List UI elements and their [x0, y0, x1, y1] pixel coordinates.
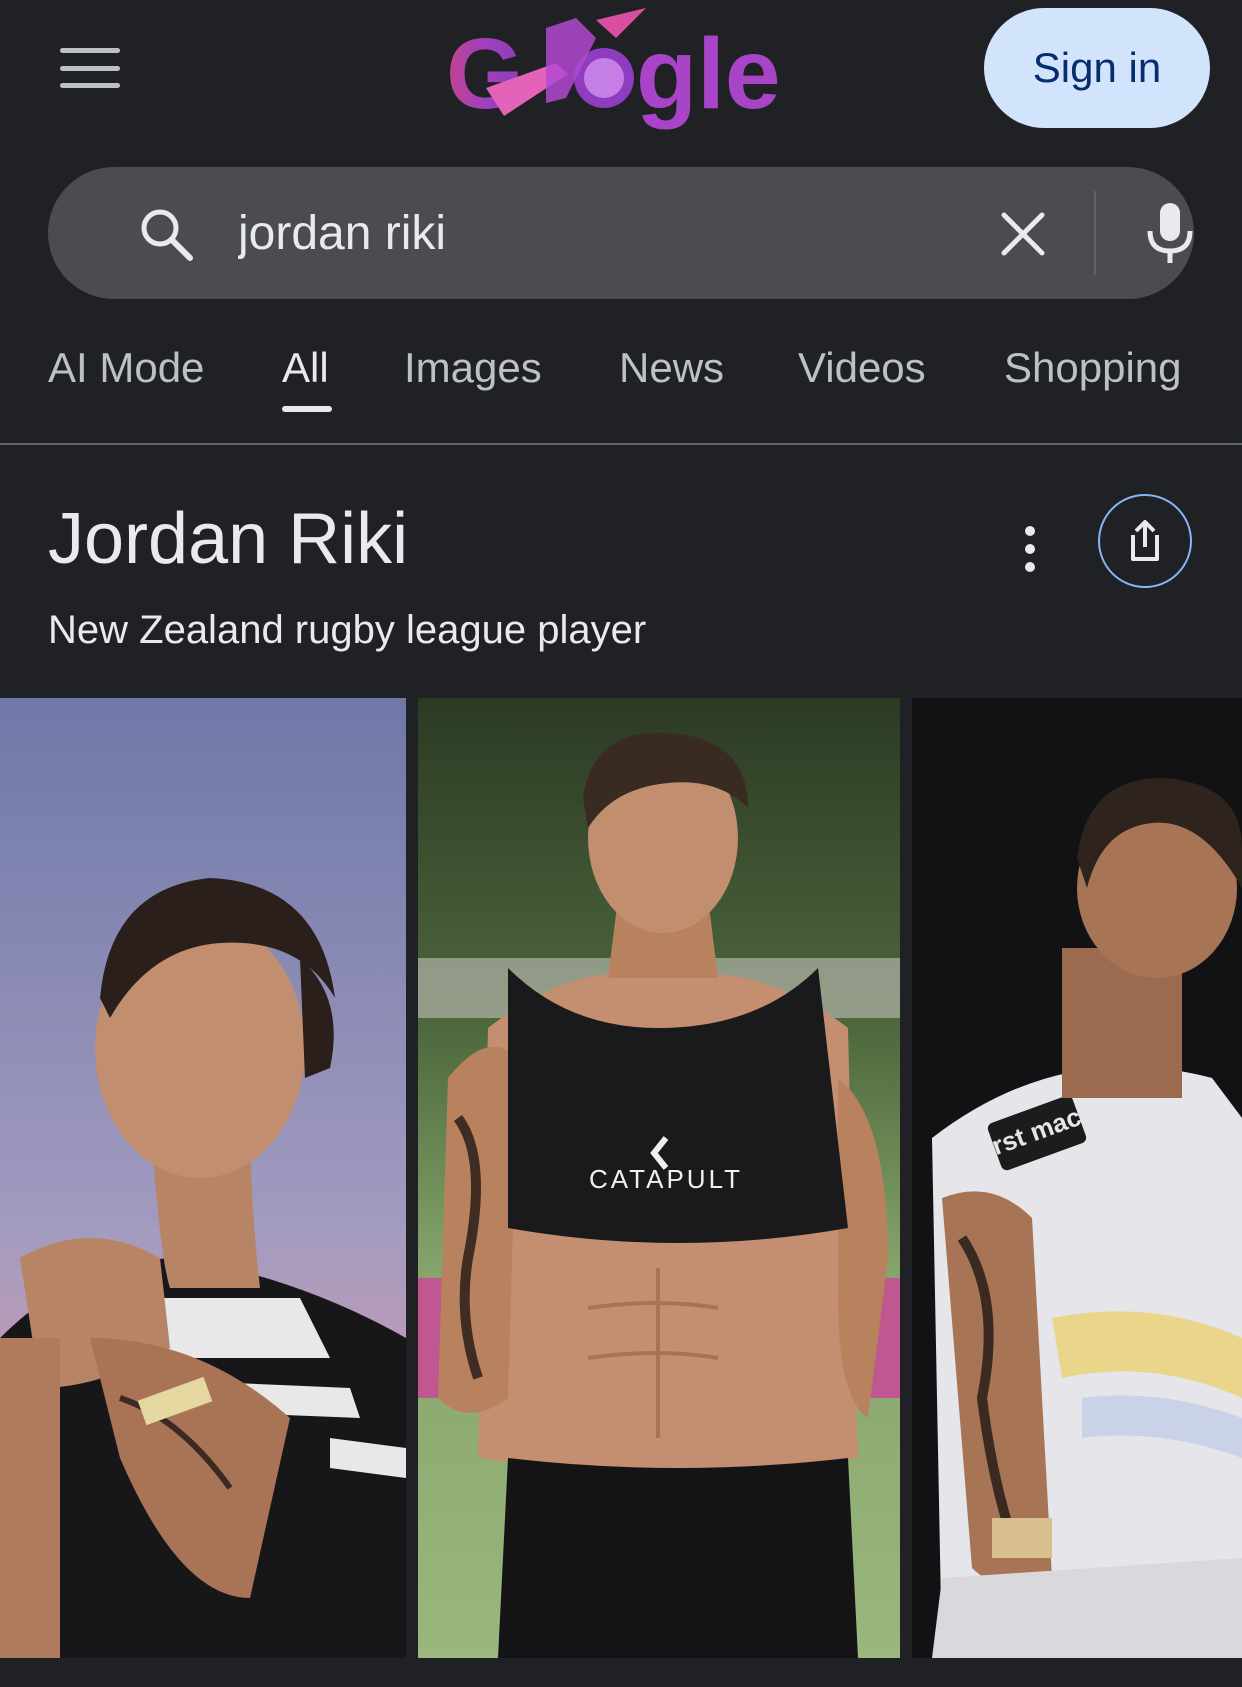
share-icon	[1131, 520, 1159, 561]
tabs-divider	[0, 443, 1242, 445]
google-search-page: G gle Sign in AI Mode All Im	[0, 0, 1242, 1687]
more-options-icon[interactable]	[1010, 524, 1050, 574]
microphone-icon[interactable]	[1140, 201, 1200, 265]
top-bar: G gle Sign in	[0, 0, 1242, 140]
player-photo-2: CATAPULT	[418, 698, 900, 1658]
player-photo-1	[0, 698, 406, 1658]
search-bar[interactable]	[48, 167, 1194, 299]
tab-shopping[interactable]: Shopping	[1004, 344, 1182, 392]
clear-search-icon[interactable]	[996, 207, 1050, 261]
sign-in-button[interactable]: Sign in	[984, 8, 1210, 128]
active-tab-indicator	[282, 406, 332, 412]
player-image-3[interactable]: rst mac	[912, 698, 1242, 1658]
svg-text:gle: gle	[636, 18, 780, 130]
player-image-1[interactable]	[0, 698, 406, 1658]
svg-text:G: G	[446, 18, 524, 130]
tab-ai-mode[interactable]: AI Mode	[48, 344, 204, 392]
knowledge-panel-title: Jordan Riki	[48, 499, 409, 579]
google-doodle-logo[interactable]: G gle	[446, 8, 806, 138]
player-image-2[interactable]: CATAPULT	[418, 698, 900, 1658]
search-divider	[1094, 191, 1096, 275]
tab-news[interactable]: News	[619, 344, 724, 392]
player-photo-3: rst mac	[912, 698, 1242, 1658]
share-button[interactable]	[1098, 494, 1192, 588]
hamburger-menu-icon[interactable]	[56, 42, 124, 94]
search-icon[interactable]	[136, 204, 196, 264]
tab-videos[interactable]: Videos	[798, 344, 926, 392]
knowledge-panel-subtitle: New Zealand rugby league player	[48, 608, 647, 652]
tab-all[interactable]: All	[282, 344, 329, 392]
image-carousel: CATAPULT rst mac	[0, 698, 1242, 1658]
shirt-logo-text: CATAPULT	[589, 1164, 743, 1194]
search-input[interactable]	[238, 195, 938, 271]
search-tabs: AI Mode All Images News Videos Shopping	[0, 330, 1242, 445]
tab-images[interactable]: Images	[404, 344, 542, 392]
